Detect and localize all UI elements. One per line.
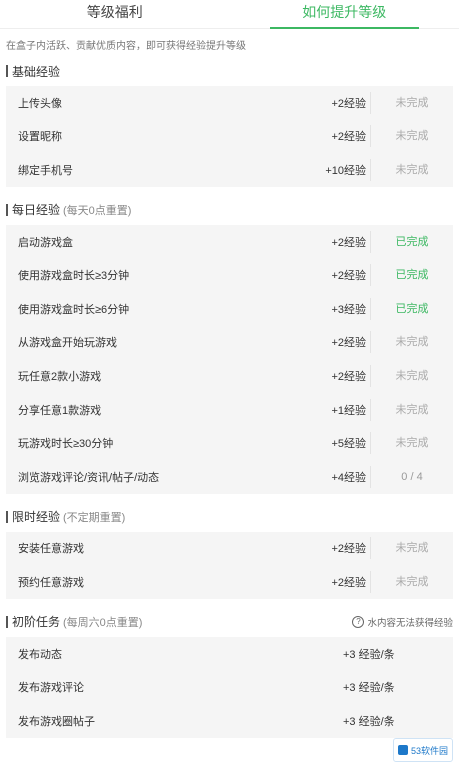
- task-name: 使用游戏盒时长≥6分钟: [18, 303, 130, 316]
- section-advanced-header: 初阶任务 (每周六0点重置) ? 水内容无法获得经验: [0, 609, 459, 635]
- task-reward: +3 经验/条: [343, 682, 395, 695]
- task-name: 预约任意游戏: [18, 576, 84, 589]
- task-name: 分享任意1款游戏: [18, 404, 102, 417]
- intro-text: 在盒子内活跃、贡献优质内容，即可获得经验提升等级: [6, 41, 246, 52]
- task-name: 启动游戏盒: [18, 236, 73, 249]
- section-title: 每日经验: [12, 203, 61, 218]
- task-name: 绑定手机号: [18, 164, 73, 177]
- task-reward: +5经验: [331, 438, 366, 451]
- task-row: 安装任意游戏 +2经验 未完成: [6, 532, 453, 566]
- task-reward: +2经验: [331, 337, 366, 350]
- tab-level-benefits[interactable]: 等级福利: [0, 0, 230, 28]
- task-status: 已完成: [370, 264, 453, 287]
- task-row: 发布动态 +3 经验/条: [6, 637, 453, 671]
- section-subtitle: (每周六0点重置): [63, 616, 143, 629]
- task-name: 从游戏盒开始玩游戏: [18, 337, 117, 350]
- section-subtitle: (每天0点重置): [63, 204, 132, 217]
- question-icon[interactable]: ?: [352, 615, 365, 628]
- watermark-icon: [397, 745, 408, 755]
- task-reward: +2经验: [331, 131, 366, 144]
- task-row: 发布游戏圈帖子 +3 经验/条: [6, 704, 453, 738]
- task-status[interactable]: 未完成: [370, 364, 453, 387]
- task-status[interactable]: 未完成: [370, 125, 453, 148]
- task-status[interactable]: 未完成: [370, 331, 453, 354]
- task-name: 上传头像: [18, 97, 62, 110]
- task-reward: +3 经验/条: [343, 648, 395, 661]
- section-title: 初阶任务: [12, 615, 61, 630]
- task-status[interactable]: 未完成: [370, 432, 453, 455]
- task-row: 浏览游戏评论/资讯/帖子/动态 +4经验 0 / 4: [6, 460, 453, 494]
- section-bar: [6, 615, 8, 628]
- task-reward: +1经验: [331, 404, 366, 417]
- section-title: 限时经验: [12, 510, 61, 525]
- task-status[interactable]: 未完成: [370, 158, 453, 181]
- daily-task-list: 启动游戏盒 +2经验 已完成 使用游戏盒时长≥3分钟 +2经验 已完成 使用游戏…: [6, 224, 453, 494]
- task-name: 设置昵称: [18, 131, 62, 144]
- task-row: 从游戏盒开始玩游戏 +2经验 未完成: [6, 326, 453, 360]
- task-name: 安装任意游戏: [18, 543, 84, 556]
- quality-note[interactable]: ? 水内容无法获得经验: [352, 615, 453, 629]
- watermark-text: 53软件园: [410, 745, 448, 756]
- task-status[interactable]: 未完成: [370, 537, 453, 560]
- task-reward: +2经验: [331, 236, 366, 249]
- task-reward: +2经验: [331, 543, 366, 556]
- advanced-task-list: 发布动态 +3 经验/条 发布游戏评论 +3 经验/条 发布游戏圈帖子 +3 经…: [6, 636, 453, 738]
- section-basic-header: 基础经验: [0, 58, 459, 84]
- task-row: 绑定手机号 +10经验 未完成: [6, 153, 453, 187]
- task-name: 发布游戏评论: [18, 682, 84, 695]
- section-limited-header: 限时经验 (不定期重置): [0, 504, 459, 530]
- limited-task-list: 安装任意游戏 +2经验 未完成 预约任意游戏 +2经验 未完成: [6, 531, 453, 599]
- task-row: 分享任意1款游戏 +1经验 未完成: [6, 393, 453, 427]
- task-name: 玩游戏时长≥30分钟: [18, 438, 114, 451]
- task-reward: +2经验: [331, 370, 366, 383]
- section-subtitle: (不定期重置): [63, 511, 126, 524]
- task-row: 发布游戏评论 +3 经验/条: [6, 670, 453, 704]
- task-reward: +4经验: [331, 471, 366, 484]
- task-progress: 0 / 4: [370, 465, 453, 488]
- task-row: 使用游戏盒时长≥6分钟 +3经验 已完成: [6, 292, 453, 326]
- task-name: 发布动态: [18, 648, 62, 661]
- task-row: 玩游戏时长≥30分钟 +5经验 未完成: [6, 426, 453, 460]
- task-row: 上传头像 +2经验 未完成: [6, 86, 453, 120]
- task-row: 启动游戏盒 +2经验 已完成: [6, 225, 453, 259]
- basic-task-list: 上传头像 +2经验 未完成 设置昵称 +2经验 未完成 绑定手机号 +10经验 …: [6, 86, 453, 187]
- task-reward: +2经验: [331, 576, 366, 589]
- task-reward: +10经验: [325, 164, 366, 177]
- section-bar: [6, 203, 8, 216]
- task-status[interactable]: 未完成: [370, 91, 453, 114]
- section-title: 基础经验: [12, 64, 61, 79]
- section-daily-header: 每日经验 (每天0点重置): [0, 197, 459, 223]
- section-bar: [6, 510, 8, 523]
- task-name: 发布游戏圈帖子: [18, 715, 95, 728]
- task-name: 使用游戏盒时长≥3分钟: [18, 270, 130, 283]
- task-status[interactable]: 未完成: [370, 398, 453, 421]
- task-name: 玩任意2款小游戏: [18, 370, 102, 383]
- task-row: 使用游戏盒时长≥3分钟 +2经验 已完成: [6, 258, 453, 292]
- tab-how-to-level-up[interactable]: 如何提升等级: [230, 0, 459, 29]
- task-row: 预约任意游戏 +2经验 未完成: [6, 565, 453, 599]
- tab-bar: 等级福利 如何提升等级: [0, 0, 459, 29]
- task-status: 已完成: [370, 230, 453, 253]
- quality-note-text: 水内容无法获得经验: [367, 617, 453, 629]
- task-row: 玩任意2款小游戏 +2经验 未完成: [6, 359, 453, 393]
- task-name: 浏览游戏评论/资讯/帖子/动态: [18, 471, 160, 484]
- task-reward: +2经验: [331, 270, 366, 283]
- section-bar: [6, 65, 8, 77]
- task-status: 已完成: [370, 297, 453, 320]
- task-row: 设置昵称 +2经验 未完成: [6, 120, 453, 154]
- site-watermark-logo: 53软件园: [393, 738, 453, 762]
- task-reward: +3经验: [331, 303, 366, 316]
- task-reward: +3 经验/条: [343, 715, 395, 728]
- task-reward: +2经验: [331, 97, 366, 110]
- task-status[interactable]: 未完成: [370, 570, 453, 593]
